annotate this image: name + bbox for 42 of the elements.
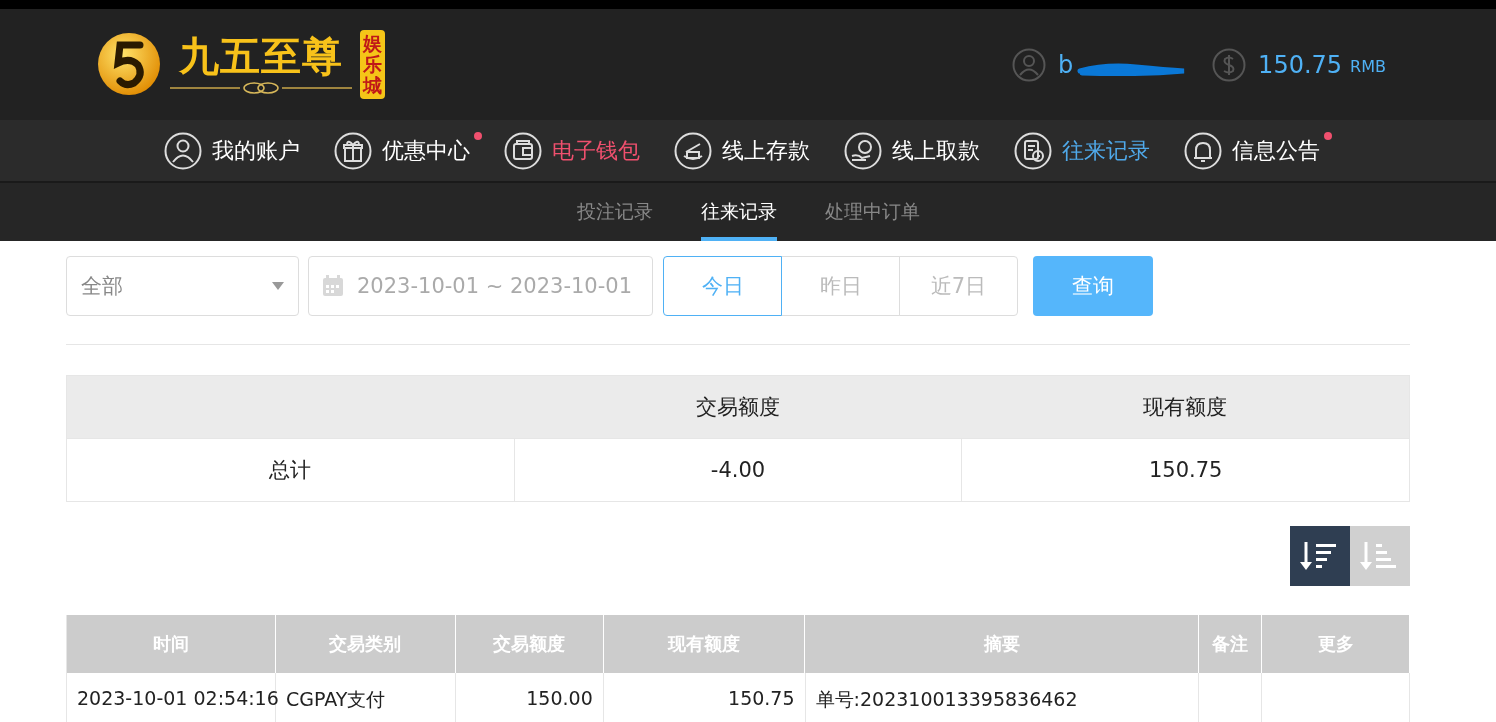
summary-cell: 150.75 [961, 439, 1409, 501]
logo-badge: 娱乐城 [360, 30, 385, 99]
date-range-button[interactable]: 今日 [663, 256, 782, 316]
table-cell: 150.75 [603, 673, 806, 722]
dollar-icon [1212, 47, 1247, 82]
record-icon [1014, 131, 1052, 170]
sub-tab[interactable]: 投注记录 [576, 183, 653, 241]
sort-descending-button[interactable] [1290, 526, 1350, 586]
type-select[interactable]: 全部 [66, 256, 299, 316]
table-cell: 单号:202310013395836462 [805, 673, 1200, 722]
flourish-icon [168, 82, 354, 95]
wallet-icon [504, 131, 542, 170]
sub-tab[interactable]: 处理中订单 [824, 183, 920, 241]
currency-label: RMB [1350, 57, 1386, 76]
summary-header-cell-text: 交易额度 [695, 394, 781, 421]
summary-cell: -4.00 [513, 439, 962, 501]
nav-item[interactable]: 信息公告 [1184, 131, 1332, 170]
query-button[interactable]: 查询 [1033, 256, 1153, 316]
table-cell: 150.00 [455, 673, 604, 722]
gift-icon [334, 131, 372, 170]
dropdown-caret-icon [272, 282, 284, 290]
summary-cell-text: 总计 [268, 457, 313, 484]
table-cell: 2023-10-01 02:54:16 [67, 673, 276, 722]
date-range-field[interactable]: 2023-10-01 ~ 2023-10-01 [308, 256, 653, 316]
nav-item[interactable]: 线上取款 [844, 131, 992, 170]
balance-amount: 150.75 [1258, 50, 1343, 79]
user-icon [1012, 47, 1047, 82]
summary-header-cell-text: 现有额度 [1142, 394, 1229, 421]
logo-icon [96, 31, 162, 98]
nav-item[interactable]: 我的账户 [164, 131, 312, 170]
calendar-icon [321, 274, 345, 298]
deposit-icon [674, 131, 712, 170]
sub-tab[interactable]: 往来记录 [700, 183, 777, 241]
username: b [1058, 50, 1075, 79]
nav-item[interactable]: 线上存款 [674, 131, 822, 170]
bell-icon [1184, 131, 1222, 170]
withdraw-icon [844, 131, 882, 170]
user-icon [164, 131, 202, 170]
logo-title: 九五至尊 [179, 34, 343, 79]
nav-item[interactable]: 电子钱包 [504, 131, 652, 170]
nav-item[interactable]: 往来记录 [1014, 131, 1162, 170]
nav-item[interactable]: 优惠中心 [334, 131, 482, 170]
